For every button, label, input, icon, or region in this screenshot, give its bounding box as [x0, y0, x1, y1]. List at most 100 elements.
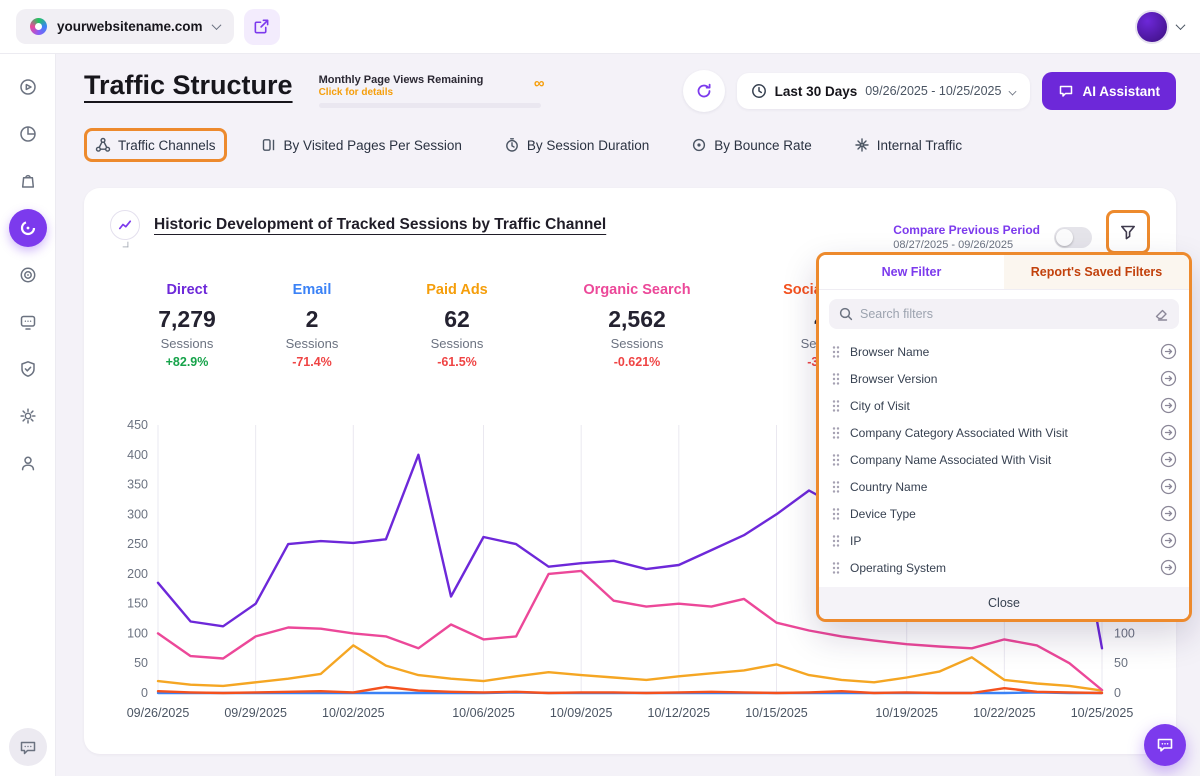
channel-name[interactable]: Email: [252, 282, 372, 298]
channel-change: +82.9%: [132, 355, 242, 369]
channel-sessions-value: 62: [382, 306, 532, 333]
filter-item-label: Company Category Associated With Visit: [850, 426, 1151, 440]
tab-label: By Visited Pages Per Session: [284, 138, 462, 153]
tab-bounce-rate[interactable]: By Bounce Rate: [683, 131, 820, 159]
drag-handle-icon[interactable]: [831, 453, 841, 467]
filter-item-row[interactable]: Browser Version: [819, 365, 1189, 392]
gear-icon: [18, 406, 38, 426]
channel-unit: Sessions: [542, 336, 732, 351]
filter-item-row[interactable]: Country Name: [819, 473, 1189, 500]
sidebar-item-reports[interactable]: [9, 115, 47, 153]
compare-toggle[interactable]: [1054, 227, 1092, 248]
close-panel-button[interactable]: Close: [819, 587, 1189, 619]
apply-filter-arrow-icon[interactable]: [1160, 559, 1177, 576]
drag-handle-icon[interactable]: [831, 399, 841, 413]
drag-handle-icon[interactable]: [831, 480, 841, 494]
apply-filter-arrow-icon[interactable]: [1160, 424, 1177, 441]
line-chart-icon: [110, 210, 140, 240]
chevron-down-icon[interactable]: [1176, 20, 1186, 30]
chat-bubble-icon: [1058, 83, 1074, 99]
target-icon: [18, 265, 38, 285]
shopping-bag-icon: [18, 171, 38, 191]
svg-text:0: 0: [141, 686, 148, 700]
page-views-quota: Monthly Page Views Remaining Click for d…: [319, 74, 541, 108]
channel-unit: Sessions: [252, 336, 372, 351]
apply-filter-arrow-icon[interactable]: [1160, 532, 1177, 549]
bounce-target-icon: [691, 137, 707, 153]
stopwatch-icon: [504, 137, 520, 153]
chevron-down-icon: [122, 242, 128, 248]
filter-item-row[interactable]: Browser Name: [819, 338, 1189, 365]
sidebar-item-traffic[interactable]: [9, 209, 47, 247]
website-selector[interactable]: yourwebsitename.com: [16, 9, 234, 44]
filter-item-row[interactable]: Company Category Associated With Visit: [819, 419, 1189, 446]
sidebar-item-tracking[interactable]: [9, 256, 47, 294]
apply-filter-arrow-icon[interactable]: [1160, 505, 1177, 522]
annotation-box-filter-panel: New Filter Report's Saved Filters Browse…: [816, 252, 1192, 622]
drag-handle-icon[interactable]: [831, 561, 841, 575]
tab-traffic-channels[interactable]: Traffic Channels: [87, 131, 224, 159]
filter-button[interactable]: [1109, 213, 1147, 251]
clock-icon: [751, 83, 767, 99]
apply-filter-arrow-icon[interactable]: [1160, 478, 1177, 495]
tab-session-duration[interactable]: By Session Duration: [496, 131, 657, 159]
refresh-button[interactable]: [683, 70, 725, 112]
open-website-button[interactable]: [244, 9, 280, 45]
svg-text:10/09/2025: 10/09/2025: [550, 706, 613, 720]
filter-item-row[interactable]: Device Type: [819, 500, 1189, 527]
channel-name[interactable]: Direct: [132, 282, 242, 298]
svg-text:400: 400: [127, 448, 148, 462]
chart-type-selector[interactable]: [110, 210, 140, 248]
tab-visited-pages[interactable]: By Visited Pages Per Session: [253, 131, 470, 159]
drag-handle-icon[interactable]: [831, 507, 841, 521]
user-avatar[interactable]: [1135, 10, 1169, 44]
filter-item-label: IP: [850, 534, 1151, 548]
svg-text:250: 250: [127, 537, 148, 551]
filter-search-input[interactable]: [860, 307, 1147, 321]
drag-handle-icon[interactable]: [831, 534, 841, 548]
support-chat-fab[interactable]: [1144, 724, 1186, 766]
tab-saved-filters[interactable]: Report's Saved Filters: [1004, 255, 1189, 289]
apply-filter-arrow-icon[interactable]: [1160, 451, 1177, 468]
refresh-icon: [695, 82, 713, 100]
sidebar-item-security[interactable]: [9, 350, 47, 388]
svg-text:09/26/2025: 09/26/2025: [127, 706, 190, 720]
filter-item-row[interactable]: Operating System: [819, 554, 1189, 581]
quota-details-link[interactable]: Click for details: [319, 87, 541, 98]
tab-internal-traffic[interactable]: Internal Traffic: [846, 131, 970, 159]
compare-dates: 08/27/2025 - 09/26/2025: [893, 239, 1040, 251]
drag-handle-icon[interactable]: [831, 372, 841, 386]
sidebar-item-overview[interactable]: [9, 68, 47, 106]
top-bar: yourwebsitename.com: [0, 0, 1200, 54]
filter-item-row[interactable]: Company Name Associated With Visit: [819, 446, 1189, 473]
report-tabs: Traffic Channels By Visited Pages Per Se…: [84, 128, 1176, 162]
drag-handle-icon[interactable]: [831, 426, 841, 440]
toggle-knob: [1056, 229, 1073, 246]
date-range-selector[interactable]: Last 30 Days 09/26/2025 - 10/25/2025: [737, 73, 1031, 109]
channel-name[interactable]: Organic Search: [542, 282, 732, 298]
tab-label: Internal Traffic: [877, 138, 962, 153]
monitor-icon: [18, 312, 38, 332]
tab-new-filter[interactable]: New Filter: [819, 255, 1004, 289]
apply-filter-arrow-icon[interactable]: [1160, 397, 1177, 414]
filter-item-label: Browser Version: [850, 372, 1151, 386]
filter-item-row[interactable]: City of Visit: [819, 392, 1189, 419]
ai-assistant-label: AI Assistant: [1082, 84, 1160, 99]
sidebar-item-sessions[interactable]: [9, 303, 47, 341]
clear-search-button[interactable]: [1154, 307, 1169, 322]
apply-filter-arrow-icon[interactable]: [1160, 370, 1177, 387]
drag-handle-icon[interactable]: [831, 345, 841, 359]
sidebar-item-settings[interactable]: [9, 397, 47, 435]
card-title: Historic Development of Tracked Sessions…: [154, 216, 606, 234]
ai-assistant-button[interactable]: AI Assistant: [1042, 72, 1176, 110]
stat-email: Email 2 Sessions -71.4%: [252, 282, 372, 369]
sidebar-item-users[interactable]: [9, 444, 47, 482]
svg-text:09/29/2025: 09/29/2025: [224, 706, 287, 720]
channel-name[interactable]: Paid Ads: [382, 282, 532, 298]
sidebar-support-button[interactable]: [9, 728, 47, 766]
filter-item-row[interactable]: IP: [819, 527, 1189, 554]
apply-filter-arrow-icon[interactable]: [1160, 343, 1177, 360]
network-nodes-icon: [95, 137, 111, 153]
sidebar-item-ecommerce[interactable]: [9, 162, 47, 200]
filter-panel-tabs: New Filter Report's Saved Filters: [819, 255, 1189, 290]
